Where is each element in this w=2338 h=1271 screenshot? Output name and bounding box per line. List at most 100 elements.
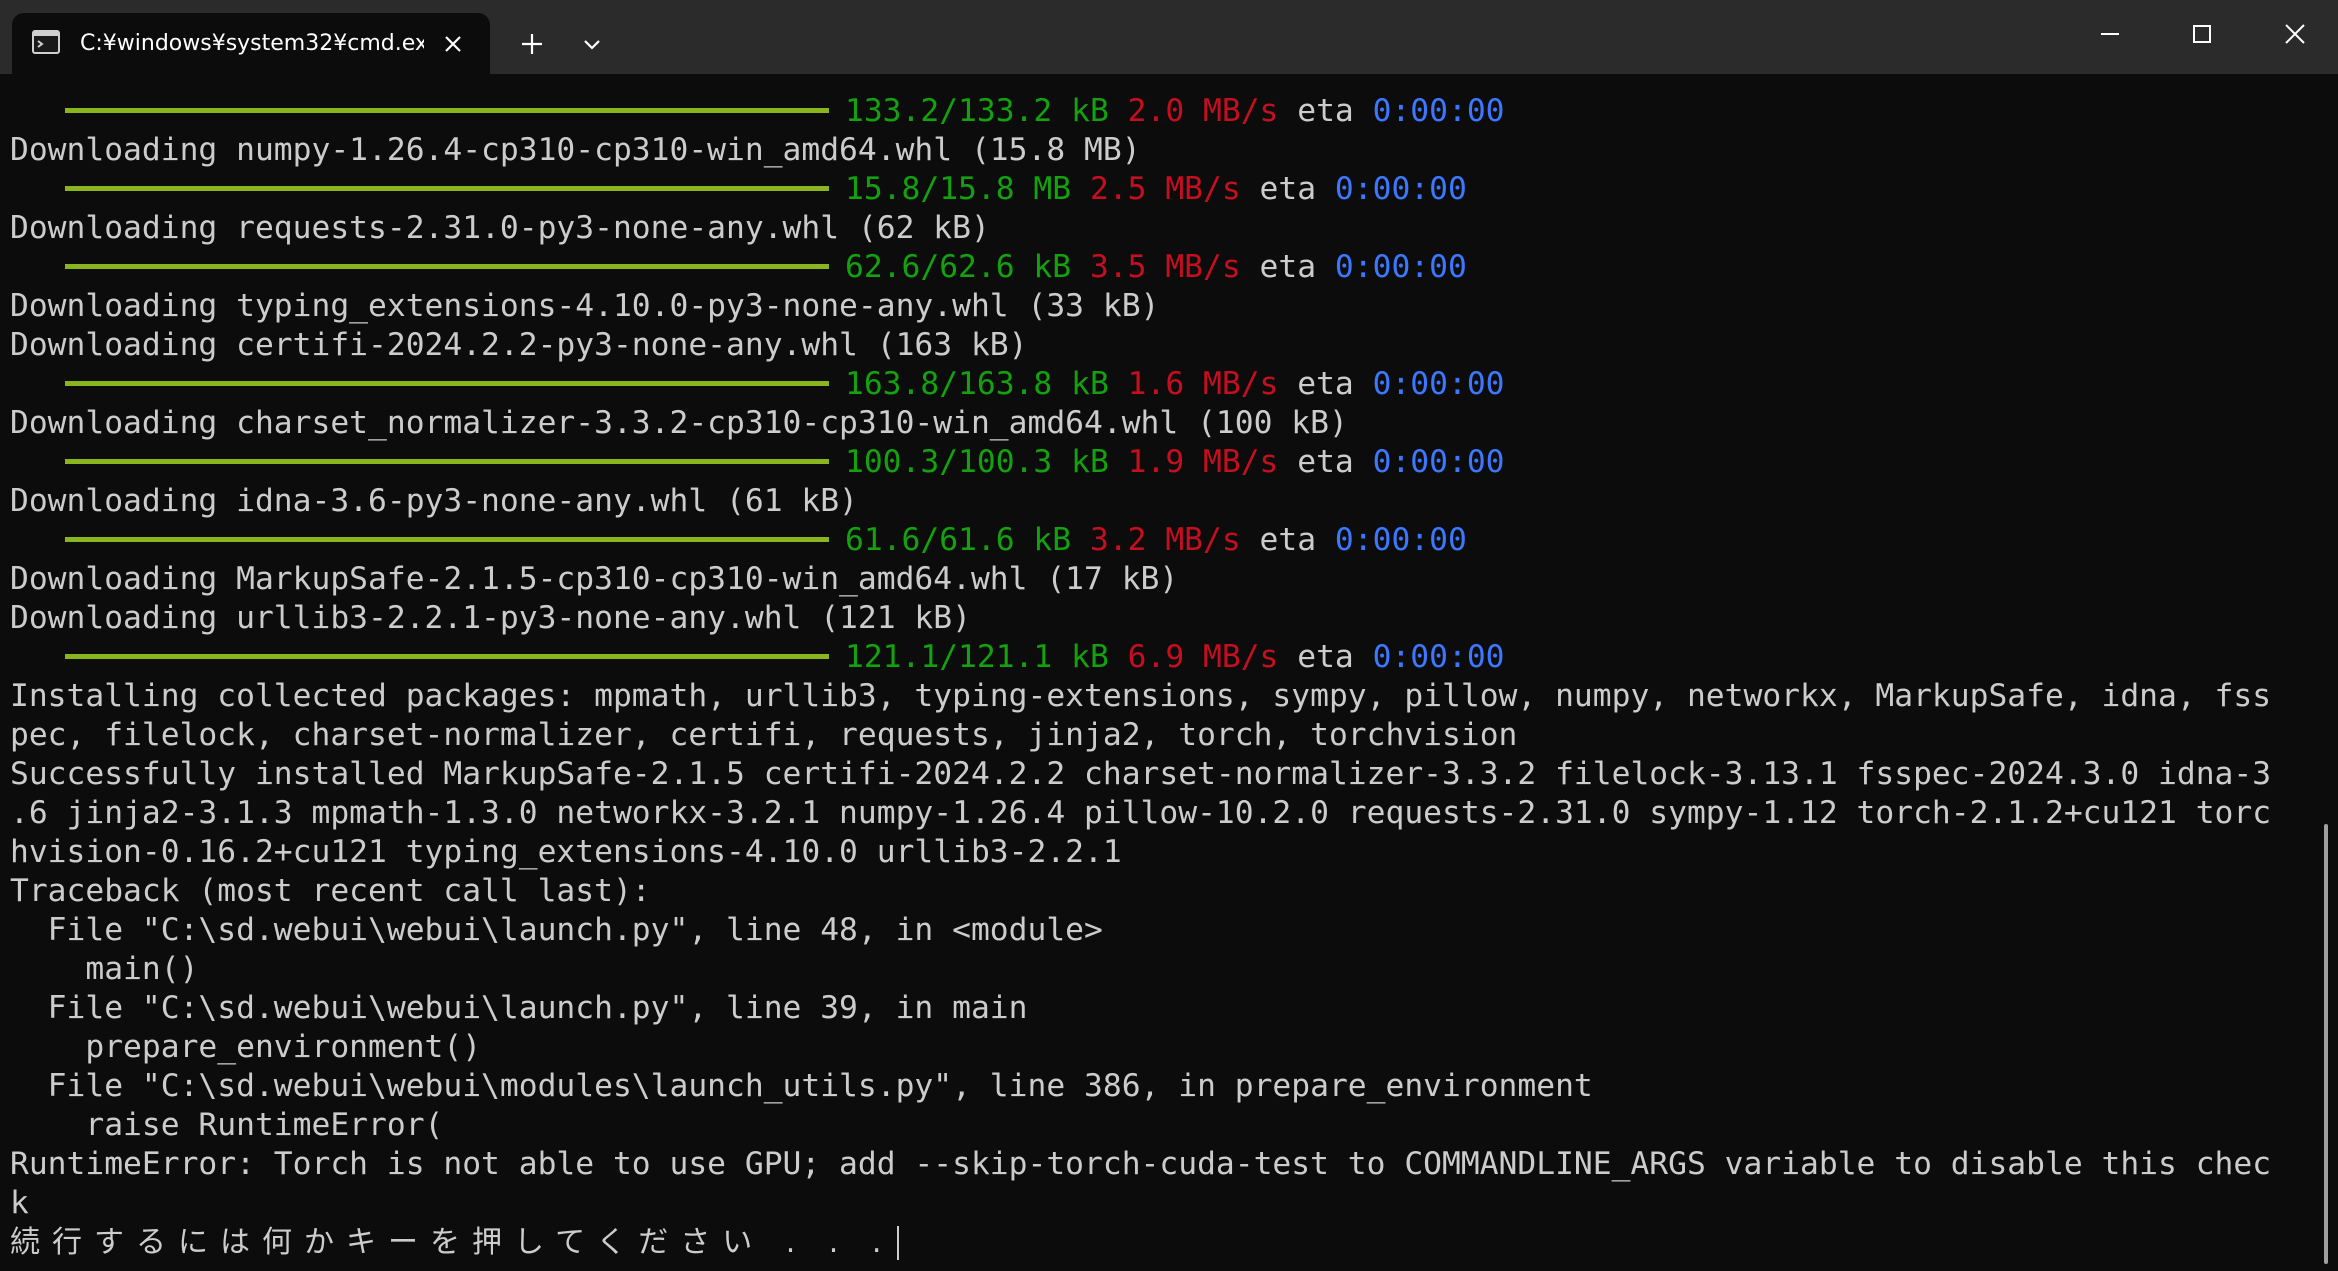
pause-prompt: 続行するには何かキーを押してください . . . [10,1225,894,1260]
console-output[interactable]: 133.2/133.2 kB 2.0 MB/s eta 0:00:00 Downl… [10,92,2310,1271]
console-text: Traceback (most recent call last): [10,873,651,909]
eta-value: 0:00:00 [1372,366,1505,402]
console-text: Downloading urllib3-2.2.1-py3-none-any.w… [10,600,971,636]
eta-value: 0:00:00 [1334,249,1467,285]
eta-label: eta [1259,522,1317,558]
download-speed: 1.6 MB/s [1127,366,1279,402]
close-icon[interactable] [2275,14,2315,54]
progress-bar [65,263,829,269]
console-text: Downloading MarkupSafe-2.1.5-cp310-cp310… [10,561,1179,597]
progress-line: 133.2/133.2 kB 2.0 MB/s eta 0:00:00 [10,92,2310,131]
console-text: raise RuntimeError( [10,1107,444,1143]
console-line: pec, filelock, charset-normalizer, certi… [10,716,2310,755]
console-line: Downloading MarkupSafe-2.1.5-cp310-cp310… [10,560,2310,599]
download-speed: 3.2 MB/s [1089,522,1241,558]
terminal-icon [32,30,60,54]
eta-value: 0:00:00 [1334,171,1467,207]
console-line: Downloading numpy-1.26.4-cp310-cp310-win… [10,131,2310,170]
console-line: .6 jinja2-3.1.3 mpmath-1.3.0 networkx-3.… [10,794,2310,833]
eta-value: 0:00:00 [1372,93,1505,129]
eta-value: 0:00:00 [1372,444,1505,480]
eta-label: eta [1259,249,1317,285]
progress-line: 62.6/62.6 kB 3.5 MB/s eta 0:00:00 [10,248,2310,287]
console-line: Downloading charset_normalizer-3.3.2-cp3… [10,404,2310,443]
console-line: Downloading urllib3-2.2.1-py3-none-any.w… [10,599,2310,638]
download-size: 121.1/121.1 kB [845,639,1109,675]
console-line: Traceback (most recent call last): [10,872,2310,911]
console-text: Downloading typing_extensions-4.10.0-py3… [10,288,1160,324]
eta-value: 0:00:00 [1372,639,1505,675]
console-text: Downloading charset_normalizer-3.3.2-cp3… [10,405,1348,441]
console-text: Downloading idna-3.6-py3-none-any.whl (6… [10,483,858,519]
download-speed: 2.5 MB/s [1089,171,1241,207]
console-line: Downloading requests-2.31.0-py3-none-any… [10,209,2310,248]
console-text: Installing collected packages: mpmath, u… [10,678,2272,714]
download-speed: 2.0 MB/s [1127,93,1279,129]
title-bar: C:¥windows¥system32¥cmd.exe [0,0,2338,74]
console-text: Downloading certifi-2024.2.2-py3-none-an… [10,327,1028,363]
console-text: File "C:\sd.webui\webui\launch.py", line… [10,990,1028,1026]
eta-label: eta [1297,444,1354,480]
maximize-icon[interactable] [2182,14,2222,54]
terminal-window: C:¥windows¥system32¥cmd.exe 133.2/133.2 … [0,0,2338,1271]
console-text: Successfully installed MarkupSafe-2.1.5 … [10,756,2272,792]
download-size: 133.2/133.2 kB [845,93,1109,129]
console-line: File "C:\sd.webui\webui\launch.py", line… [10,989,2310,1028]
progress-line: 163.8/163.8 kB 1.6 MB/s eta 0:00:00 [10,365,2310,404]
console-text: hvision-0.16.2+cu121 typing_extensions-4… [10,834,1122,870]
console-line: Downloading certifi-2024.2.2-py3-none-an… [10,326,2310,365]
download-size: 163.8/163.8 kB [845,366,1109,402]
eta-label: eta [1297,93,1354,129]
chevron-down-icon[interactable] [574,26,610,62]
progress-line: 15.8/15.8 MB 2.5 MB/s eta 0:00:00 [10,170,2310,209]
console-text: pec, filelock, charset-normalizer, certi… [10,717,1518,753]
eta-label: eta [1259,171,1317,207]
console-line: hvision-0.16.2+cu121 typing_extensions-4… [10,833,2310,872]
plus-icon[interactable] [514,26,550,62]
progress-line: 121.1/121.1 kB 6.9 MB/s eta 0:00:00 [10,638,2310,677]
download-size: 100.3/100.3 kB [845,444,1109,480]
console-text: File "C:\sd.webui\webui\modules\launch_u… [10,1068,1593,1104]
console-text: prepare_environment() [10,1029,482,1065]
progress-line: 100.3/100.3 kB 1.9 MB/s eta 0:00:00 [10,443,2310,482]
console-text: main() [10,951,199,987]
console-line: Downloading idna-3.6-py3-none-any.whl (6… [10,482,2310,521]
console-text: Downloading numpy-1.26.4-cp310-cp310-win… [10,132,1141,168]
download-size: 61.6/61.6 kB [845,522,1072,558]
console-text: k [10,1185,29,1221]
close-icon[interactable] [436,27,470,61]
console-line: prepare_environment() [10,1028,2310,1067]
console-line: raise RuntimeError( [10,1106,2310,1145]
console-text: Downloading requests-2.31.0-py3-none-any… [10,210,990,246]
minimize-icon[interactable] [2090,14,2130,54]
download-size: 62.6/62.6 kB [845,249,1072,285]
progress-bar [65,458,829,464]
progress-bar [65,653,829,659]
progress-bar [65,380,829,386]
progress-bar [65,536,829,542]
console-line: k [10,1184,2310,1223]
text-cursor [897,1226,900,1260]
tab-title: C:¥windows¥system32¥cmd.exe [80,31,424,56]
console-line: Successfully installed MarkupSafe-2.1.5 … [10,755,2310,794]
scrollbar[interactable] [2324,824,2328,1264]
console-line: Installing collected packages: mpmath, u… [10,677,2310,716]
console-text: .6 jinja2-3.1.3 mpmath-1.3.0 networkx-3.… [10,795,2272,831]
eta-value: 0:00:00 [1334,522,1467,558]
progress-line: 61.6/61.6 kB 3.2 MB/s eta 0:00:00 [10,521,2310,560]
console-line: RuntimeError: Torch is not able to use G… [10,1145,2310,1184]
console-text: RuntimeError: Torch is not able to use G… [10,1146,2272,1182]
progress-bar [65,185,829,191]
download-size: 15.8/15.8 MB [845,171,1072,207]
console-line: File "C:\sd.webui\webui\modules\launch_u… [10,1067,2310,1106]
console-line: Downloading typing_extensions-4.10.0-py3… [10,287,2310,326]
download-speed: 1.9 MB/s [1127,444,1279,480]
eta-label: eta [1297,639,1354,675]
tab-cmd[interactable]: C:¥windows¥system32¥cmd.exe [12,13,490,74]
eta-label: eta [1297,366,1354,402]
pause-prompt-line: 続行するには何かキーを押してください . . . [10,1223,2310,1262]
console-line: main() [10,950,2310,989]
download-speed: 3.5 MB/s [1089,249,1241,285]
console-line: File "C:\sd.webui\webui\launch.py", line… [10,911,2310,950]
progress-bar [65,107,829,113]
